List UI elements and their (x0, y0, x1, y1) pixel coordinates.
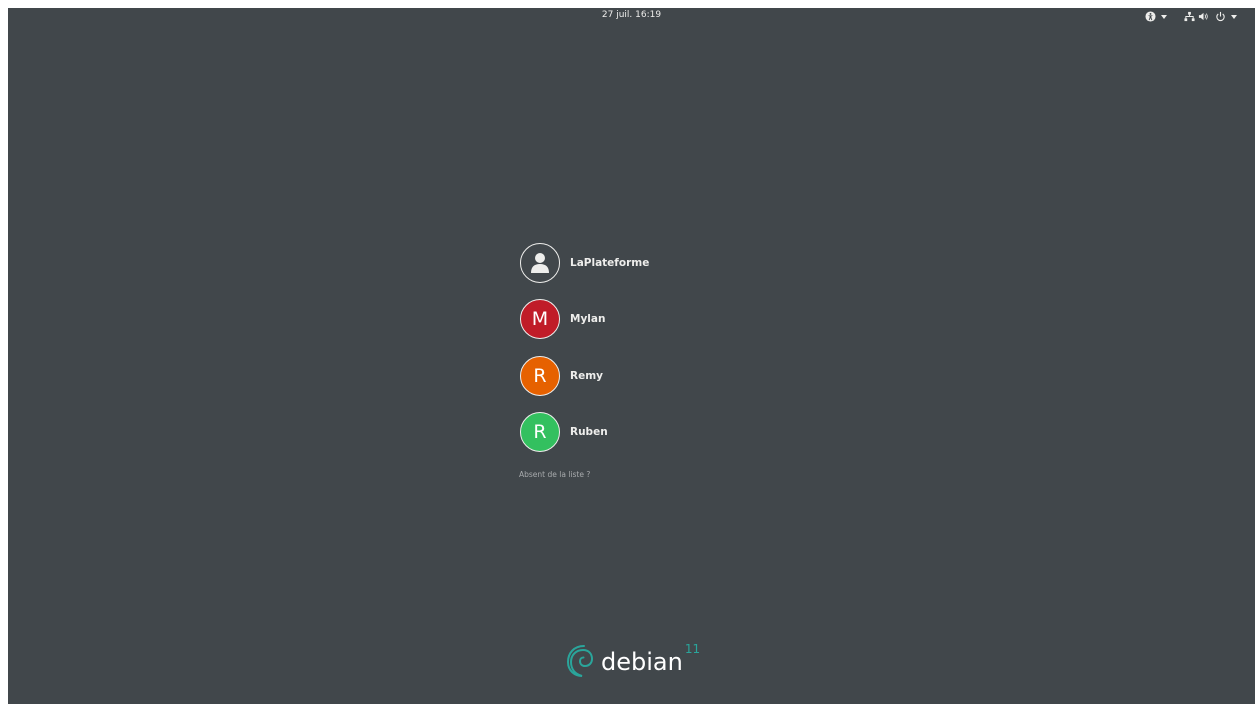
debian-swirl-icon (566, 645, 594, 677)
user-name: Remy (570, 369, 603, 382)
accessibility-icon (1144, 11, 1156, 23)
avatar: R (520, 355, 560, 396)
user-item-ruben[interactable]: R Ruben (520, 411, 780, 454)
user-item-laplateforme[interactable]: LaPlateforme (520, 241, 780, 284)
default-user-icon (520, 242, 560, 283)
power-icon (1214, 11, 1226, 23)
user-name: Ruben (570, 426, 608, 438)
debian-wordmark: debian (601, 648, 683, 676)
user-item-remy[interactable]: R Remy (520, 354, 780, 397)
avatar: R (520, 412, 560, 452)
accessibility-menu[interactable] (1144, 8, 1171, 25)
system-status-menu[interactable] (1183, 8, 1241, 25)
top-bar: 27 juil. 16:19 (8, 8, 1255, 25)
login-screen: 27 juil. 16:19 LaPlateforme M Mylan R Re… (8, 8, 1255, 704)
user-name: Mylan (570, 313, 606, 325)
user-list: LaPlateforme M Mylan R Remy R Ruben (520, 241, 780, 467)
volume-icon (1197, 11, 1209, 23)
avatar: M (520, 299, 560, 339)
network-wired-icon (1183, 11, 1195, 23)
not-listed-link[interactable]: Absent de la liste ? (519, 470, 590, 479)
debian-logo: debian 11 (564, 640, 700, 680)
user-name: LaPlateforme (570, 256, 650, 269)
clock[interactable]: 27 juil. 16:19 (8, 10, 1255, 20)
user-item-mylan[interactable]: M Mylan (520, 298, 780, 341)
debian-version: 11 (684, 642, 701, 656)
chevron-down-icon (1161, 14, 1167, 19)
chevron-down-icon (1231, 14, 1237, 19)
